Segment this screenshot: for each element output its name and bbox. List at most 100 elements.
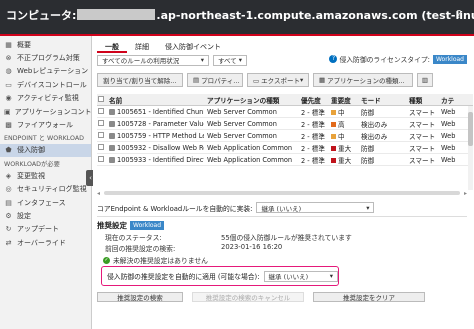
sidebar-item-device-control[interactable]: ▭ デバイスコントロール — [0, 78, 91, 91]
sidebar-item-settings[interactable]: ⚙ 設定 — [0, 209, 91, 222]
table-vertical-scrollbar[interactable] — [468, 106, 473, 190]
sidebar-item-label: 設定 — [17, 211, 31, 220]
all-filter-select[interactable]: すべて ▾ — [213, 54, 247, 66]
row-checkbox[interactable] — [98, 131, 104, 138]
main-panel: 一般 詳細 侵入防御イベント すべてのルールの利用状況 ▾ すべて ▾ ? 侵入防御の… — [93, 36, 474, 329]
severity-cell: 重大 — [328, 155, 358, 165]
export-label: エクスポート — [261, 77, 300, 85]
recommendation-buttons: 推奨設定の検索 推奨設定の検索のキャンセル 推奨設定をクリア — [97, 292, 425, 302]
sidebar-item-overview[interactable]: ▦ 概要 — [0, 38, 91, 51]
properties-button[interactable]: ▤ プロパティ... — [187, 73, 243, 87]
auto-apply-recommendations-select[interactable]: 継承 (いいえ) ▾ — [263, 270, 338, 282]
severity-square-icon — [331, 133, 336, 139]
sidebar-item-label: 不正プログラム対策 — [17, 54, 80, 63]
rule-icon — [109, 108, 115, 115]
application-types-label: アプリケーションの種類... — [327, 77, 405, 85]
sidebar-item-integrity-monitoring[interactable]: ◈ 変更監視 — [0, 169, 91, 182]
row-checkbox[interactable] — [98, 143, 104, 150]
export-button[interactable]: ▭ エクスポート ▾ — [247, 73, 309, 87]
table-row[interactable]: 1005651 - Identified Chunked T...Web Ser… — [97, 106, 473, 118]
sidebar-item-activity-monitoring[interactable]: ◉ アクティビティ監視 — [0, 92, 91, 105]
table-horizontal-scrollbar[interactable]: ◂ ▸ — [97, 190, 467, 197]
select-all-checkbox[interactable] — [98, 95, 104, 102]
current-status-label: 現在のステータス: — [105, 234, 162, 242]
chevron-down-icon: ▾ — [299, 76, 304, 84]
recommendation-badge: Workload — [130, 221, 165, 230]
sidebar-item-updates[interactable]: ↻ アップデート — [0, 223, 91, 236]
column-header-mode[interactable]: モード — [358, 95, 406, 105]
redacted-hostname — [77, 9, 156, 20]
mode-cell: 防御 — [361, 144, 375, 153]
sidebar-item-label: アクティビティ監視 — [17, 94, 79, 103]
sidebar-item-log-inspection[interactable]: ◎ セキュリティログ監視 — [0, 183, 91, 196]
sidebar-item-web-reputation[interactable]: ◍ Webレピュテーション — [0, 65, 91, 78]
rules-toolbar: 割り当て/割り当て解除... ▤ プロパティ... ▭ エクスポート ▾ ▦ アプリケー… — [97, 73, 467, 87]
scrollbar-track[interactable] — [104, 191, 460, 195]
sidebar-item-firewall[interactable]: ▩ ファイアウォール — [0, 118, 91, 131]
integrity-icon: ◈ — [5, 171, 12, 180]
sidebar-item-overrides[interactable]: ⇄ オーバーライド — [0, 236, 91, 249]
cancel-recommendation-scan-button[interactable]: 推奨設定の検索のキャンセル — [192, 292, 304, 302]
severity-square-icon — [331, 145, 336, 151]
chevron-down-icon: ▾ — [366, 203, 370, 212]
sidebar-item-intrusion-prevention[interactable]: ⬟ 侵入防御 — [0, 143, 91, 158]
column-header-type[interactable]: 種類 — [406, 95, 438, 105]
app-types-icon: ▦ — [319, 76, 326, 84]
sidebar-item-label: デバイスコントロール — [17, 80, 87, 89]
sidebar-item-label: セキュリティログ監視 — [17, 185, 87, 194]
scroll-right-icon[interactable]: ▸ — [464, 190, 467, 197]
help-circle-icon[interactable]: ? — [329, 55, 338, 63]
severity-text: 重大 — [338, 156, 352, 165]
row-checkbox-cell — [97, 119, 106, 128]
priority-cell: 2 - 標準 — [301, 108, 325, 117]
properties-icon: ▤ — [193, 76, 200, 84]
type-cell: スマート — [409, 120, 436, 129]
row-checkbox[interactable] — [98, 119, 104, 126]
device-icon: ▭ — [5, 80, 12, 89]
column-header-priority[interactable]: 優先度 — [298, 95, 328, 105]
sidebar-item-label: オーバーライド — [17, 238, 66, 247]
table-row[interactable]: 1005728 - Parameter Value Len...Web Serv… — [97, 118, 473, 130]
app-type-cell: Web Server Common — [207, 107, 277, 116]
scrollbar-thumb[interactable] — [468, 112, 473, 146]
table-row[interactable]: 1005933 - Identified Directory T...Web A… — [97, 154, 473, 166]
priority-cell: 2 - 標準 — [301, 156, 325, 165]
last-search-label: 前回の推奨設定の検索: — [105, 245, 176, 253]
severity-square-icon — [331, 157, 336, 163]
sidebar-item-label: 侵入防御 — [17, 146, 45, 155]
clear-recommendations-button[interactable]: 推奨設定をクリア — [313, 292, 425, 302]
sidebar-item-application-control[interactable]: ▣ アプリケーションコント — [0, 105, 91, 118]
column-header-name[interactable]: 名前 — [106, 95, 204, 105]
license-label: 侵入防御のライセンスタイプ: — [339, 56, 430, 64]
overview-icon: ▦ — [5, 40, 12, 49]
auto-apply-recommendations-value: 継承 (いいえ) — [268, 273, 309, 281]
assign-unassign-label: 割り当て/割り当て解除... — [103, 77, 177, 85]
sidebar-item-antimalware[interactable]: ⊗ 不正プログラム対策 — [0, 51, 91, 64]
tab-general[interactable]: 一般 — [97, 41, 127, 53]
run-recommendation-scan-button[interactable]: 推奨設定の検索 — [97, 292, 183, 302]
app-type-cell: Web Application Common — [207, 143, 293, 152]
application-types-button[interactable]: ▦ アプリケーションの種類... — [313, 73, 413, 87]
priority-cell: 2 - 標準 — [301, 132, 325, 141]
column-header-severity[interactable]: 重要度 — [328, 95, 358, 105]
column-header-app-type[interactable]: アプリケーションの種類 — [204, 95, 298, 105]
scroll-left-icon[interactable]: ◂ — [97, 190, 100, 197]
tab-advanced[interactable]: 詳細 — [127, 41, 157, 53]
column-header-category[interactable]: カテ — [438, 95, 473, 105]
sidebar-item-interfaces[interactable]: ▤ インタフェース — [0, 196, 91, 209]
column-settings-button[interactable]: ▥ — [417, 73, 433, 87]
severity-text: 高 — [338, 120, 345, 129]
row-checkbox[interactable] — [98, 107, 104, 114]
assign-unassign-button[interactable]: 割り当て/割り当て解除... — [97, 73, 183, 87]
chevron-down-icon: ▾ — [329, 272, 333, 280]
help-icon[interactable]: ? — [456, 8, 462, 21]
rule-name: 1005932 - Disallow Web Resou... — [117, 143, 204, 152]
rule-usage-filter-select[interactable]: すべてのルールの利用状況 ▾ — [97, 54, 209, 66]
row-checkbox[interactable] — [98, 155, 104, 162]
table-row[interactable]: 1005932 - Disallow Web Resou...Web Appli… — [97, 142, 473, 154]
table-row[interactable]: 1005759 - HTTP Method Lengt...Web Server… — [97, 130, 473, 142]
core-rules-auto-apply-select[interactable]: 継承 (いいえ) ▾ — [256, 202, 375, 213]
tab-ips-events[interactable]: 侵入防御イベント — [157, 41, 229, 53]
severity-cell: 中 — [328, 131, 358, 141]
chevron-down-icon: ▾ — [200, 56, 204, 64]
